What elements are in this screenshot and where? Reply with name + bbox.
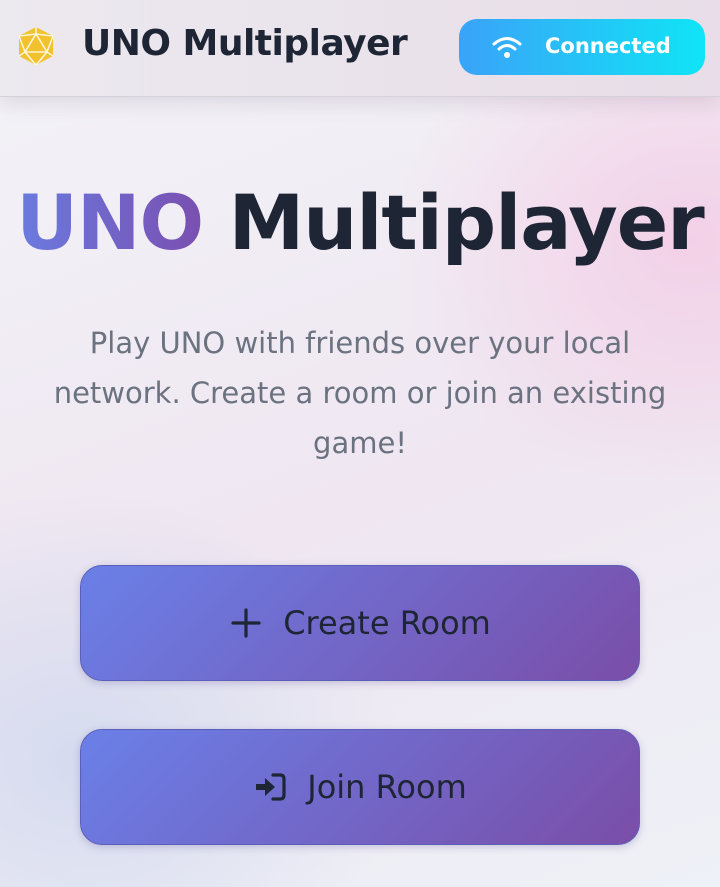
polyhedron-icon bbox=[15, 25, 57, 67]
page-title: UNO Multiplayer bbox=[0, 178, 720, 267]
title-rest: Multiplayer bbox=[228, 178, 705, 267]
connection-status-label: Connected bbox=[545, 34, 671, 58]
connection-status-badge: Connected bbox=[459, 19, 705, 75]
join-room-label: Join Room bbox=[307, 768, 467, 806]
join-room-button[interactable]: Join Room bbox=[80, 729, 640, 845]
create-room-label: Create Room bbox=[283, 604, 491, 642]
wifi-icon bbox=[491, 34, 523, 60]
top-bar: UNO Multiplayer Connected bbox=[0, 0, 720, 97]
sign-in-icon bbox=[253, 770, 287, 804]
title-accent: UNO bbox=[16, 178, 204, 267]
create-room-button[interactable]: Create Room bbox=[80, 565, 640, 681]
app-title: UNO Multiplayer bbox=[82, 23, 408, 64]
plus-icon bbox=[229, 606, 263, 640]
page-subtitle: Play UNO with friends over your local ne… bbox=[53, 326, 667, 460]
